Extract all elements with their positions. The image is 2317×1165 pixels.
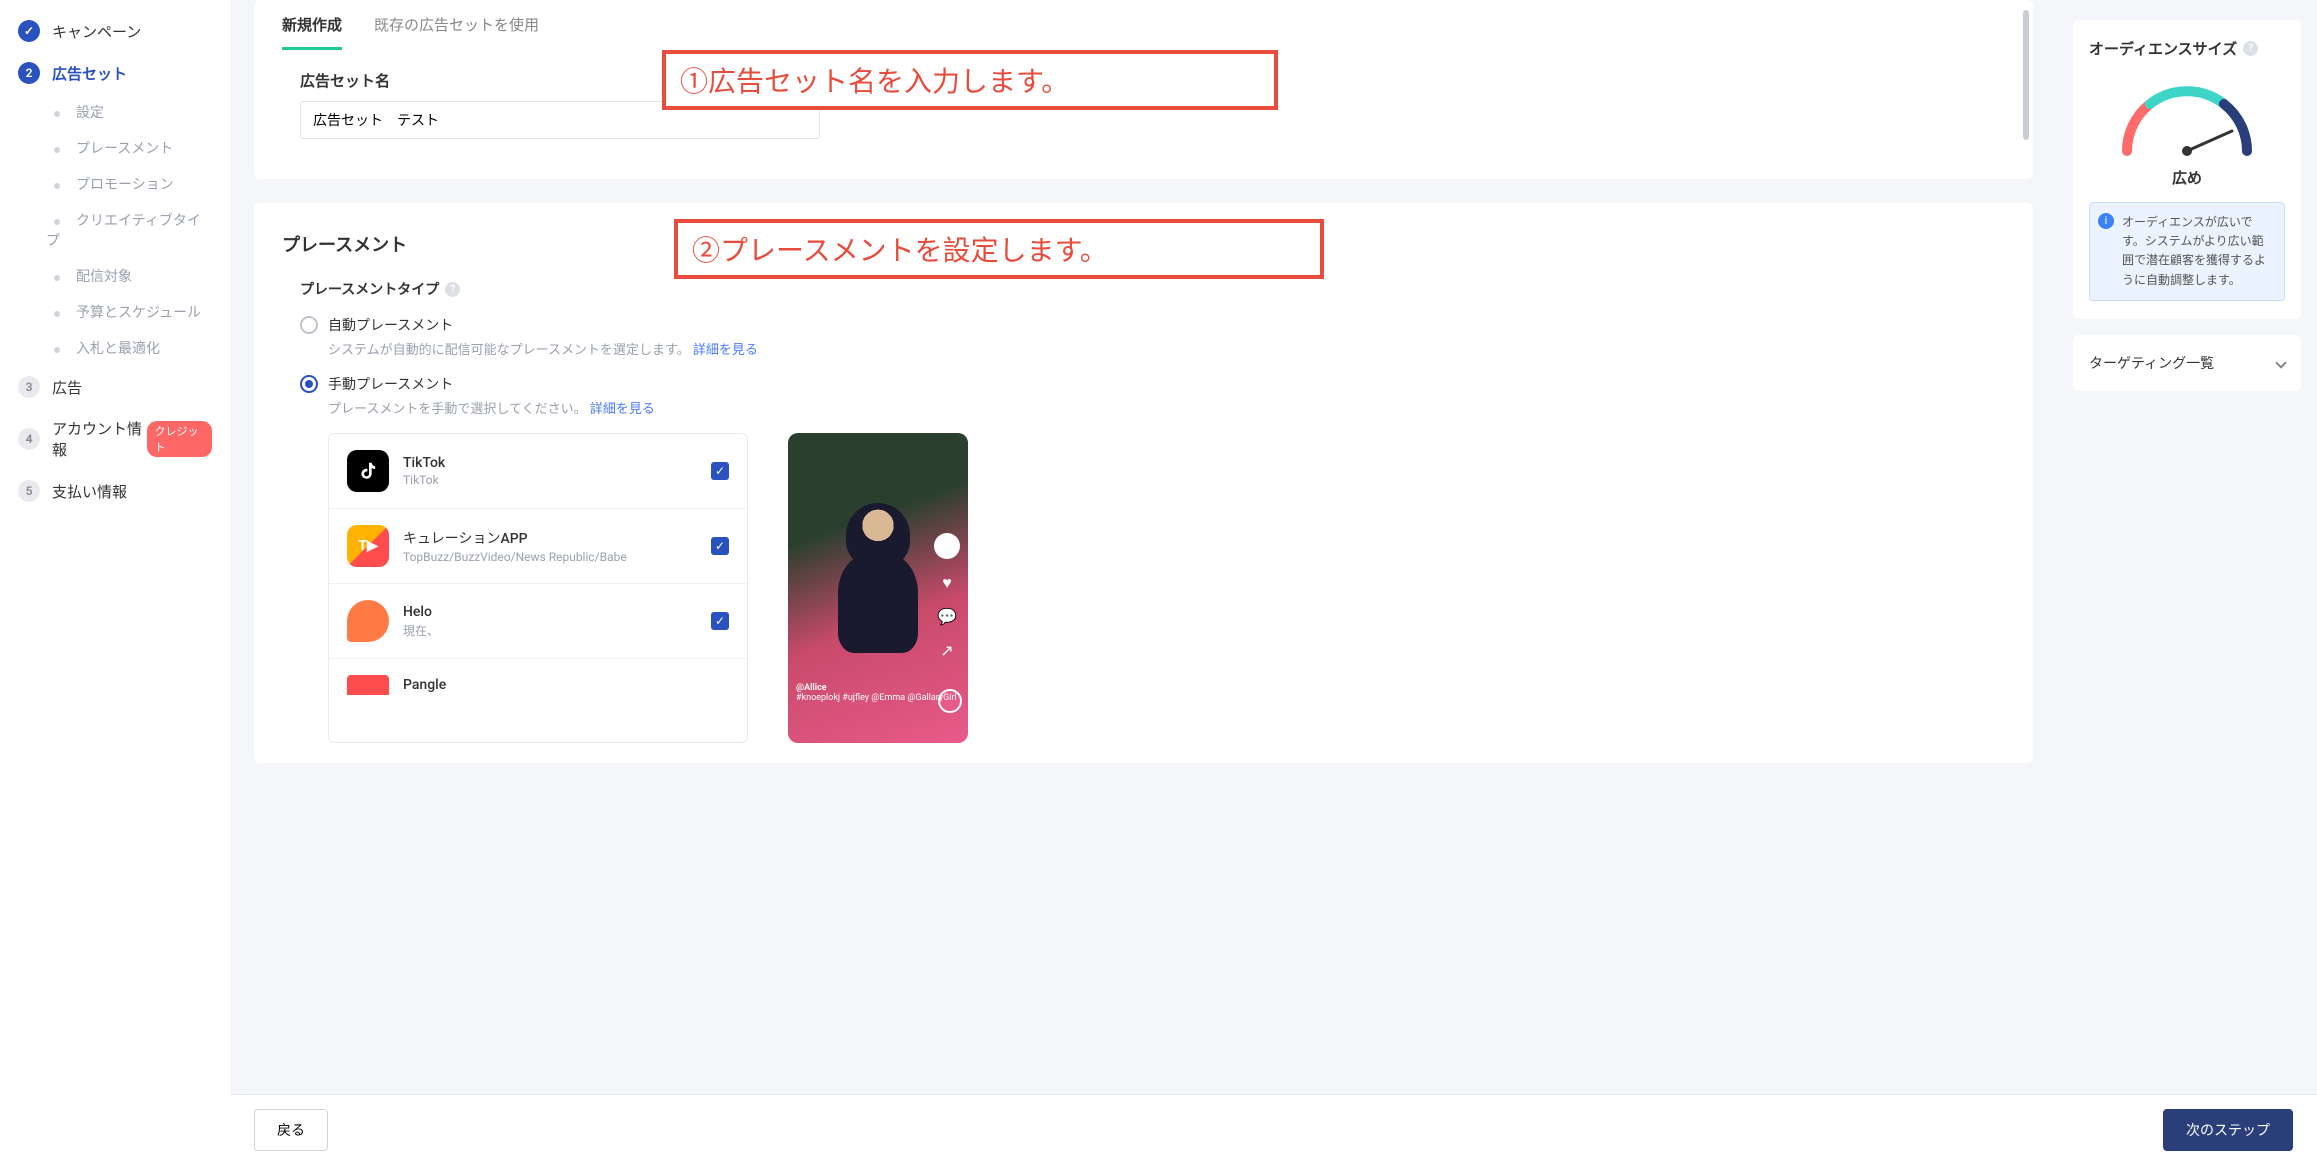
footer-bar: 戻る 次のステップ [230,1094,2317,1165]
targeting-title: ターゲティング一覧 [2089,353,2214,373]
info-icon: i [2098,213,2114,229]
radio-auto-label: 自動プレースメント [328,315,453,335]
placement-item-helo[interactable]: Helo 現在、 ✓ [329,584,747,659]
dot-icon [54,147,60,153]
adset-name-label: 広告セット名 [300,70,1987,91]
placement-item-pangle[interactable]: Pangle [329,659,747,699]
credit-badge: クレジット [147,421,213,457]
curation-icon: T▶ [347,525,389,567]
audience-info-text: オーディエンスが広いです。システムがより広い範囲で潜在顧客を獲得するように自動調… [2122,215,2266,287]
app-sub: 現在、 [403,622,697,639]
nav-adset[interactable]: 2 広告セット [0,52,230,94]
nav-account[interactable]: 4 アカウント情報 クレジット [0,408,230,470]
radio-manual-placement[interactable]: 手動プレースメント [254,364,2033,398]
adset-name-card: 新規作成 既存の広告セットを使用 広告セット名 ①広告セット名を入力します。 [254,0,2033,179]
scrollbar[interactable] [2023,10,2029,140]
back-button[interactable]: 戻る [254,1109,328,1151]
radio-auto-placement[interactable]: 自動プレースメント [254,305,2033,339]
placement-item-tiktok[interactable]: TikTok TikTok ✓ [329,434,747,509]
checkbox-checked-icon[interactable]: ✓ [711,537,729,555]
manual-detail-link[interactable]: 詳細を見る [590,402,655,417]
radio-manual-label: 手動プレースメント [328,374,453,394]
step-4-icon: 4 [18,428,40,450]
placement-item-curation[interactable]: T▶ キュレーションAPP TopBuzz/BuzzVideo/News Rep… [329,509,747,584]
nav-payment-label: 支払い情報 [52,481,127,502]
step-5-icon: 5 [18,480,40,502]
targeting-list-card[interactable]: ターゲティング一覧 [2073,335,2301,391]
gauge-label: 広め [2089,167,2285,188]
placement-type-label: プレースメントタイプ [300,279,439,299]
ad-preview: ♥ 💬 ↗ @Allice #knoeplokj #ujfley @Emma @… [788,433,968,743]
placement-title: プレースメント [254,203,2033,273]
nav-sub-delivery[interactable]: 配信対象 [0,258,230,294]
placement-card: プレースメント ②プレースメントを設定します。 プレースメントタイプ ? 自動プ… [254,203,2033,763]
share-icon: ↗ [937,641,957,661]
preview-hashtags: #knoeplokj #ujfley @Emma @GallaryGirl [796,693,957,703]
radio-manual-desc: プレースメントを手動で選択してください。 [328,402,587,417]
adset-name-input[interactable] [300,101,820,139]
help-icon[interactable]: ? [2243,41,2258,56]
dot-icon [54,311,60,317]
avatar-icon [934,533,960,559]
nav-sub-creative[interactable]: クリエイティブタイプ [0,202,230,258]
next-step-button[interactable]: 次のステップ [2163,1109,2293,1151]
app-name: Pangle [403,677,729,693]
nav-ad-label: 広告 [52,377,82,398]
sidebar: ✓ キャンペーン 2 広告セット 設定 プレースメント プロモーション クリエイ… [0,0,230,1165]
app-sub: TopBuzz/BuzzVideo/News Republic/Babe [403,550,697,564]
nav-sub-settings[interactable]: 設定 [0,94,230,130]
checkbox-checked-icon[interactable]: ✓ [711,612,729,630]
gauge-icon [2107,71,2267,161]
heart-icon: ♥ [937,573,957,593]
dot-icon [54,275,60,281]
app-name: TikTok [403,455,697,471]
preview-action-icons: ♥ 💬 ↗ [934,533,960,661]
chevron-down-icon [2275,357,2286,368]
nav-adset-label: 広告セット [52,63,127,84]
placement-list: TikTok TikTok ✓ T▶ キュレーションAPP TopBuzz/Bu… [328,433,748,743]
auto-detail-link[interactable]: 詳細を見る [693,343,758,358]
audience-title: オーディエンスサイズ [2089,38,2237,59]
tiktok-icon [347,450,389,492]
tab-existing[interactable]: 既存の広告セットを使用 [374,14,539,50]
checkbox-checked-icon[interactable]: ✓ [711,462,729,480]
nav-sub-bid[interactable]: 入札と最適化 [0,330,230,366]
nav-account-label: アカウント情報 [52,418,147,460]
dot-icon [54,347,60,353]
right-panel: オーディエンスサイズ ? 広め i オーディエンスが広いです。システムがより広い… [2057,0,2317,1165]
radio-checked-icon [300,375,318,393]
radio-auto-desc: システムが自動的に配信可能なプレースメントを選定します。 [328,343,690,358]
dot-icon [54,183,60,189]
nav-sub-placement[interactable]: プレースメント [0,130,230,166]
app-name: キュレーションAPP [403,528,697,548]
step-3-icon: 3 [18,376,40,398]
nav-payment[interactable]: 5 支払い情報 [0,470,230,512]
comment-icon: 💬 [937,607,957,627]
audience-size-card: オーディエンスサイズ ? 広め i オーディエンスが広いです。システムがより広い… [2073,20,2301,319]
nav-campaign[interactable]: ✓ キャンペーン [0,10,230,52]
app-sub: TikTok [403,473,697,487]
adset-tabs: 新規作成 既存の広告セットを使用 [254,0,2033,50]
nav-ad[interactable]: 3 広告 [0,366,230,408]
main-content: 新規作成 既存の広告セットを使用 広告セット名 ①広告セット名を入力します。 プ… [230,0,2057,1165]
radio-icon [300,316,318,334]
pangle-icon [347,675,389,695]
dot-icon [54,219,60,225]
nav-campaign-label: キャンペーン [52,21,141,42]
helo-icon [347,600,389,642]
nav-sub-promotion[interactable]: プロモーション [0,166,230,202]
help-icon[interactable]: ? [445,282,460,297]
nav-sub-budget[interactable]: 予算とスケジュール [0,294,230,330]
step-2-icon: 2 [18,62,40,84]
dot-icon [54,111,60,117]
check-icon: ✓ [18,20,40,42]
tab-new[interactable]: 新規作成 [282,14,342,50]
app-name: Helo [403,604,697,620]
preview-username: @Allice [796,683,957,693]
